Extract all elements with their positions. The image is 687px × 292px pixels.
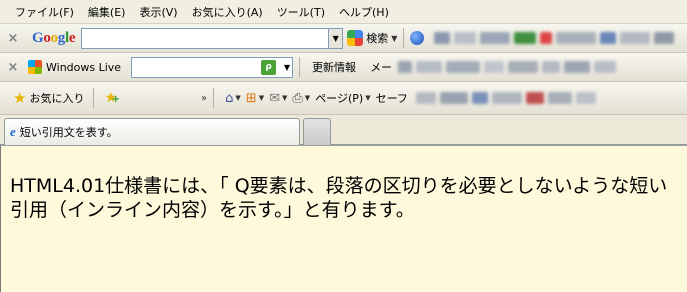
update-info-button[interactable]: 更新情報 — [312, 59, 356, 75]
new-tab-button[interactable] — [303, 118, 331, 145]
print-icon[interactable]: ⎙ — [292, 91, 302, 106]
menu-view[interactable]: 表示(V) — [132, 4, 184, 20]
chevron-down-icon[interactable]: ▼ — [305, 94, 310, 102]
close-toolbar-icon[interactable]: × — [4, 60, 22, 75]
page-menu-button[interactable]: ページ(P) — [315, 90, 363, 106]
windows-live-toolbar: × Windows Live ρ ▼ 更新情報 メー — [0, 53, 687, 82]
tab-active[interactable]: e 短い引用文を表す。 — [4, 118, 300, 145]
menu-bar: ファイル(F) 編集(E) 表示(V) お気に入り(A) ツール(T) ヘルプ(… — [0, 0, 687, 24]
safety-menu-button[interactable]: セーフ — [376, 90, 408, 106]
mail-button[interactable]: メー — [370, 59, 392, 75]
tab-bar: e 短い引用文を表す。 — [0, 115, 687, 145]
live-search-go-icon[interactable]: ρ — [261, 59, 277, 75]
chevron-down-icon[interactable]: ▼ — [365, 94, 370, 102]
toolbar-divider — [213, 88, 215, 108]
add-favorite-icon[interactable]: ★ — [104, 90, 119, 106]
windows-live-logo-icon — [28, 60, 42, 74]
chevron-down-icon[interactable]: ▼ — [282, 94, 287, 102]
menu-tools[interactable]: ツール(T) — [270, 4, 332, 20]
favorites-label: お気に入り — [29, 92, 85, 105]
tab-title: 短い引用文を表す。 — [19, 126, 118, 139]
page-content: HTML4.01仕様書には、「 Q要素は、段落の区切りを必要としないような短い引… — [0, 145, 687, 292]
menu-edit[interactable]: 編集(E) — [81, 4, 133, 20]
live-search-input[interactable]: ρ ▼ — [131, 56, 294, 78]
menu-favorites[interactable]: お気に入り(A) — [185, 4, 270, 20]
chevron-down-icon[interactable]: ▼ — [391, 34, 397, 43]
google-toolbar: × Google ▼ 検索 ▼ — [0, 24, 687, 53]
chevron-right-icon[interactable]: » — [201, 93, 207, 104]
home-icon[interactable]: ⌂ — [225, 91, 233, 106]
menu-help[interactable]: ヘルプ(H) — [332, 4, 396, 20]
blurred-toolbar-buttons — [434, 32, 678, 44]
globe-icon[interactable] — [410, 31, 425, 45]
favorites-command-bar: ★ お気に入り ★ » ⌂▼ ⊞▼ ✉▼ ⎙▼ ページ(P)▼ セーフ — [0, 82, 687, 115]
close-toolbar-icon[interactable]: × — [4, 31, 22, 46]
google-search-button[interactable]: 検索 — [366, 30, 388, 46]
google-search-icon[interactable] — [347, 30, 364, 46]
chevron-down-icon[interactable]: ▼ — [235, 94, 240, 102]
google-logo: Google — [32, 29, 76, 46]
quote-paragraph: HTML4.01仕様書には、「 Q要素は、段落の区切りを必要としないような短い引… — [10, 175, 668, 221]
internet-explorer-icon: e — [10, 124, 16, 139]
mail-icon[interactable]: ✉ — [269, 91, 280, 106]
windows-live-label[interactable]: Windows Live — [46, 61, 121, 74]
toolbar-divider — [299, 57, 301, 77]
chevron-down-icon[interactable]: ▼ — [259, 94, 264, 102]
blurred-toolbar-buttons — [398, 61, 620, 73]
menu-file[interactable]: ファイル(F) — [8, 4, 81, 20]
toolbar-divider — [93, 88, 95, 108]
toolbar-divider — [403, 28, 405, 48]
chevron-down-icon[interactable]: ▼ — [284, 63, 290, 72]
favorites-button[interactable]: ★ お気に入り — [8, 86, 89, 110]
star-icon: ★ — [13, 89, 27, 107]
google-search-input[interactable] — [81, 27, 330, 49]
rss-feed-icon[interactable]: ⊞ — [246, 91, 257, 106]
blurred-toolbar-buttons — [415, 92, 600, 104]
google-search-dropdown-icon[interactable]: ▼ — [329, 27, 344, 49]
